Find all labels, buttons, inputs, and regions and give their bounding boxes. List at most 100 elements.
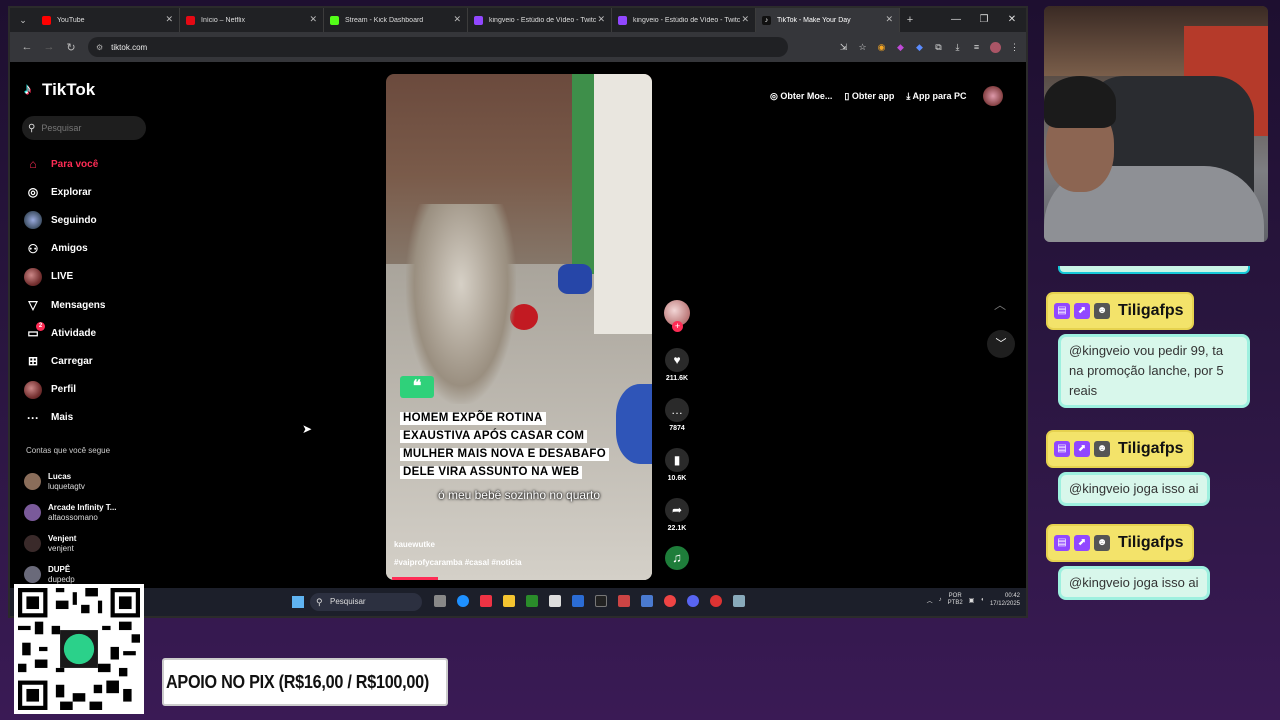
user-emote-icon: ☻ (1094, 441, 1110, 457)
qr-code-image (18, 588, 140, 710)
close-tab-icon[interactable]: ✕ (453, 14, 461, 25)
profile-avatar[interactable] (990, 41, 1001, 53)
forward-icon[interactable]: → (38, 41, 60, 53)
start-icon[interactable] (292, 596, 304, 608)
extensions-puzzle-icon[interactable]: ⧉ (933, 42, 944, 53)
sidebar-item-seguindo[interactable]: Seguindo (24, 206, 164, 234)
share-icon[interactable]: ➦ (665, 498, 689, 522)
messages-icon: ▽ (28, 298, 38, 313)
close-tab-icon[interactable]: ✕ (597, 14, 605, 25)
close-tab-icon[interactable]: ✕ (165, 14, 173, 25)
search-icon: ⚲ (316, 597, 323, 607)
tab-tiktok[interactable]: ♪ TikTok - Make Your Day ✕ (756, 8, 900, 32)
taskbar-search[interactable]: ⚲ Pesquisar (310, 593, 422, 611)
sidebar-item-para-voce[interactable]: ⌂ Para você (24, 150, 164, 178)
comments-count: 7874 (669, 425, 685, 432)
friends-icon: ⚇ (27, 241, 39, 256)
close-window-icon[interactable]: ✕ (998, 8, 1026, 32)
browser-window: ⌄ YouTube ✕ Início – Netflix ✕ Stream - Ki… (8, 6, 1028, 618)
edge-icon[interactable] (457, 595, 469, 607)
discord-icon[interactable] (687, 595, 699, 607)
task-view-icon[interactable] (434, 595, 446, 607)
tab-twitch-studio-1[interactable]: kingveio - Estúdio de Vídeo - Twitc ✕ (468, 8, 612, 32)
tab-youtube[interactable]: YouTube ✕ (36, 8, 180, 32)
folder-icon[interactable] (503, 595, 515, 607)
rss-icon[interactable]: ◉ (876, 42, 887, 53)
extension-icon[interactable]: ◆ (914, 42, 925, 53)
steam-icon[interactable] (733, 595, 745, 607)
following-account[interactable]: Venjent venjent (24, 528, 154, 559)
chrome-icon[interactable] (664, 595, 676, 607)
menu-kebab-icon[interactable]: ⋮ (1009, 42, 1020, 53)
sidebar-item-mais[interactable]: ··· Mais (24, 404, 164, 432)
pc-app-link[interactable]: ⤓ App para PC (906, 91, 966, 102)
music-disc-icon[interactable]: ♫ (665, 546, 689, 570)
app-icon[interactable] (710, 595, 722, 607)
following-account[interactable]: Arcade Infinity T... altaossomano (24, 497, 154, 528)
video-author[interactable]: kauewutke (394, 540, 435, 549)
app-icon[interactable] (618, 595, 630, 607)
next-video-icon[interactable]: ﹀ (987, 330, 1015, 358)
chevron-up-icon[interactable]: ︿ (927, 596, 933, 605)
reload-icon[interactable]: ↻ (60, 41, 82, 54)
xbox-icon[interactable] (526, 595, 538, 607)
coin-icon: ◎ (770, 90, 781, 101)
new-tab-button[interactable]: + (900, 14, 920, 26)
bookmark-icon[interactable]: ▮ (665, 448, 689, 472)
tab-search-icon[interactable]: ⌄ (10, 8, 36, 32)
extension-icon[interactable]: ◆ (895, 42, 906, 53)
mail-icon[interactable] (572, 595, 584, 607)
copilot-icon[interactable] (480, 595, 492, 607)
sidebar-item-carregar[interactable]: ⊞ Carregar (24, 347, 164, 375)
install-app-icon[interactable]: ⇲ (838, 42, 849, 53)
sidebar-item-explorar[interactable]: ◎ Explorar (24, 178, 164, 206)
get-coins-link[interactable]: ◎ Obter Moe... (770, 91, 832, 102)
app-icon[interactable] (595, 595, 607, 607)
clock[interactable]: 00:42 17/12/2025 (990, 592, 1020, 608)
search-input[interactable]: ⚲ Pesquisar (22, 116, 146, 140)
media-icon[interactable]: ≡ (971, 42, 982, 53)
restore-icon[interactable]: ❐ (970, 8, 998, 32)
close-tab-icon[interactable]: ✕ (885, 14, 893, 25)
user-avatar[interactable] (982, 86, 1003, 106)
get-app-link[interactable]: ▯ Obter app (844, 91, 894, 102)
store-icon[interactable] (549, 595, 561, 607)
sidebar-item-mensagens[interactable]: ▽ Mensagens (24, 291, 164, 319)
minimize-icon[interactable]: — (942, 8, 970, 32)
video-hashtags[interactable]: #vaiprofycaramba #casal #noticia (394, 558, 522, 567)
close-tab-icon[interactable]: ✕ (309, 14, 317, 25)
sidebar-item-atividade[interactable]: ▭ 2 Atividade (24, 319, 164, 347)
tab-twitch-studio-2[interactable]: kingveio - Estúdio de Vídeo - Twitc ✕ (612, 8, 756, 32)
comment-icon[interactable]: … (665, 398, 689, 422)
network-icon[interactable]: ▣ (969, 597, 975, 604)
video-player[interactable]: ❝ HOMEM EXPÕE ROTINA EXAUSTIVA APÓS CASA… (386, 74, 652, 580)
tiktok-logo[interactable]: ♪ TikTok (24, 80, 95, 100)
twitch-icon: ▤ (1054, 441, 1070, 457)
back-icon[interactable]: ← (16, 41, 38, 53)
close-tab-icon[interactable]: ✕ (741, 14, 749, 25)
following-account[interactable]: Lucas luquetagtv (24, 466, 154, 497)
follow-plus-icon[interactable]: + (672, 321, 683, 332)
creator-avatar[interactable]: + (664, 300, 690, 332)
address-bar: ← → ↻ ⚙ tiktok.com ⇲ ☆ ◉ ◆ ◆ ⧉ ⤓ ≡ ⋮ (10, 32, 1026, 62)
download-icon[interactable]: ⤓ (952, 42, 963, 53)
tab-kick[interactable]: Stream - Kick Dashboard ✕ (324, 8, 468, 32)
avatar (24, 473, 41, 490)
url-field[interactable]: ⚙ tiktok.com (88, 37, 788, 57)
saves-count: 10.6K (667, 475, 687, 482)
sidebar-item-perfil[interactable]: Perfil (24, 376, 164, 404)
tiktok-page: ♪ TikTok ⚲ Pesquisar ⌂ Para você ◎ Explorar … (10, 62, 1026, 588)
following-avatar (24, 211, 42, 230)
search-icon: ⚲ (28, 122, 36, 134)
video-progress-bar[interactable] (392, 577, 438, 580)
volume-icon[interactable]: ◖ (980, 597, 984, 603)
app-icon[interactable] (641, 595, 653, 607)
previous-video-icon[interactable]: ︿ (994, 296, 1006, 313)
app-tray-icon[interactable]: ♪ (939, 597, 942, 603)
tab-netflix[interactable]: Início – Netflix ✕ (180, 8, 324, 32)
site-info-icon[interactable]: ⚙ (96, 43, 103, 52)
sidebar-item-live[interactable]: LIVE (24, 263, 164, 291)
bookmark-star-icon[interactable]: ☆ (857, 42, 868, 53)
heart-icon[interactable]: ♥ (665, 348, 689, 372)
sidebar-item-amigos[interactable]: ⚇ Amigos (24, 235, 164, 263)
